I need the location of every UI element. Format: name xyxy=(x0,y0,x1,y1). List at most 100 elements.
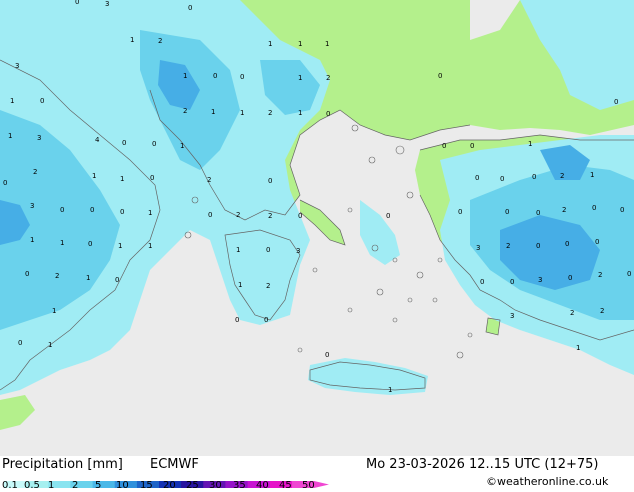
legend-label: 0.1 xyxy=(2,480,18,491)
map-title: Precipitation [mm] xyxy=(2,457,123,472)
map-value: 0 xyxy=(442,142,446,150)
legend-colorbar xyxy=(4,473,329,488)
map-value: 0 xyxy=(592,204,596,212)
map-value: 2 xyxy=(598,271,602,279)
legend-label: 0.5 xyxy=(24,480,40,491)
legend-label: 5 xyxy=(95,480,102,491)
legend-label: 50 xyxy=(302,480,315,491)
map-value: 1 xyxy=(183,72,187,80)
map-value: 0 xyxy=(264,316,268,324)
map-value: 1 xyxy=(240,109,244,117)
map-value: 0 xyxy=(60,206,64,214)
map-value: 2 xyxy=(506,242,510,250)
map-value: 0 xyxy=(568,274,572,282)
map-value: 2 xyxy=(158,37,162,45)
map-value: 0 xyxy=(150,174,154,182)
map-value: 0 xyxy=(122,139,126,147)
precipitation-map: 3 1 0 0 1 2 0 1 1 3 1 1 0 0 1 2 0 0 2 1 … xyxy=(0,0,634,456)
map-value: 3 xyxy=(476,244,480,252)
map-value: 1 xyxy=(388,386,392,394)
map-value: 0 xyxy=(470,142,474,150)
map-value: 2 xyxy=(600,307,604,315)
map-value: 0 xyxy=(536,209,540,217)
legend-label: 25 xyxy=(186,480,199,491)
map-value: 1 xyxy=(52,307,56,315)
map-value: 2 xyxy=(326,74,330,82)
map-value: 0 xyxy=(240,73,244,81)
legend-label: 10 xyxy=(116,480,129,491)
map-value: 0 xyxy=(627,270,631,278)
map-value: 0 xyxy=(510,278,514,286)
map-value: 1 xyxy=(92,172,96,180)
map-value: 3 xyxy=(296,247,300,255)
map-value: 1 xyxy=(576,344,580,352)
map-value: 1 xyxy=(590,171,594,179)
map-value: 1 xyxy=(148,209,152,217)
map-value: 0 xyxy=(458,208,462,216)
map-value: 1 xyxy=(130,36,134,44)
map-value: 1 xyxy=(236,246,240,254)
map-value: 2 xyxy=(562,206,566,214)
map-value: 0 xyxy=(620,206,624,214)
map-value: 0 xyxy=(235,316,239,324)
map-value: 4 xyxy=(95,136,100,144)
map-value: 2 xyxy=(268,212,272,220)
map-canvas: 3 1 0 0 1 2 0 1 1 3 1 1 0 0 1 2 0 0 2 1 … xyxy=(0,0,634,456)
map-value: 1 xyxy=(298,40,302,48)
valid-time: Mo 23-03-2026 12..15 UTC (12+75) xyxy=(366,457,599,472)
map-value: 1 xyxy=(48,341,52,349)
map-value: 1 xyxy=(211,108,215,116)
map-value: 1 xyxy=(120,175,124,183)
map-value: 3 xyxy=(105,0,109,8)
map-value: 0 xyxy=(325,351,329,359)
map-value: 0 xyxy=(75,0,79,6)
map-value: 2 xyxy=(570,309,574,317)
map-value: 2 xyxy=(207,176,211,184)
map-value: 2 xyxy=(560,172,564,180)
map-value: 0 xyxy=(88,240,92,248)
map-value: 0 xyxy=(500,175,504,183)
map-value: 0 xyxy=(40,97,44,105)
map-value: 0 xyxy=(505,208,509,216)
map-value: 0 xyxy=(188,4,192,12)
legend-label: 30 xyxy=(209,480,222,491)
map-value: 0 xyxy=(115,276,119,284)
map-value: 0 xyxy=(3,179,7,187)
map-value: 1 xyxy=(148,242,152,250)
map-value: 0 xyxy=(614,98,618,106)
map-value: 1 xyxy=(8,132,12,140)
map-value: 0 xyxy=(326,110,330,118)
map-value: 1 xyxy=(528,140,532,148)
map-value: 0 xyxy=(266,246,270,254)
map-value: 0 xyxy=(18,339,22,347)
map-value: 0 xyxy=(386,212,390,220)
map-value: 0 xyxy=(298,212,302,220)
map-value: 0 xyxy=(438,72,442,80)
map-value: 0 xyxy=(595,238,599,246)
map-value: 3 xyxy=(15,62,19,70)
legend-label: 1 xyxy=(48,480,55,491)
map-value: 0 xyxy=(90,206,94,214)
map-value: 1 xyxy=(10,97,14,105)
map-value: 0 xyxy=(475,174,479,182)
map-value: 1 xyxy=(180,142,184,150)
footer-bar: Precipitation [mm] ECMWF Mo 23-03-2026 1… xyxy=(0,456,634,491)
map-value: 3 xyxy=(37,134,41,142)
map-value: 3 xyxy=(538,276,542,284)
map-value: 0 xyxy=(208,211,212,219)
map-value: 0 xyxy=(480,278,484,286)
map-value: 0 xyxy=(565,240,569,248)
model-name: ECMWF xyxy=(150,457,199,472)
map-value: 2 xyxy=(33,168,37,176)
map-value: 2 xyxy=(236,211,240,219)
map-value: 1 xyxy=(60,239,64,247)
map-value: 0 xyxy=(213,72,217,80)
map-value: 1 xyxy=(86,274,90,282)
map-value: 1 xyxy=(238,281,242,289)
map-value: 3 xyxy=(510,312,514,320)
legend-label: 40 xyxy=(256,480,269,491)
legend-label: 15 xyxy=(140,480,153,491)
map-value: 1 xyxy=(118,242,122,250)
map-value: 0 xyxy=(152,140,156,148)
legend-label: 2 xyxy=(72,480,79,491)
